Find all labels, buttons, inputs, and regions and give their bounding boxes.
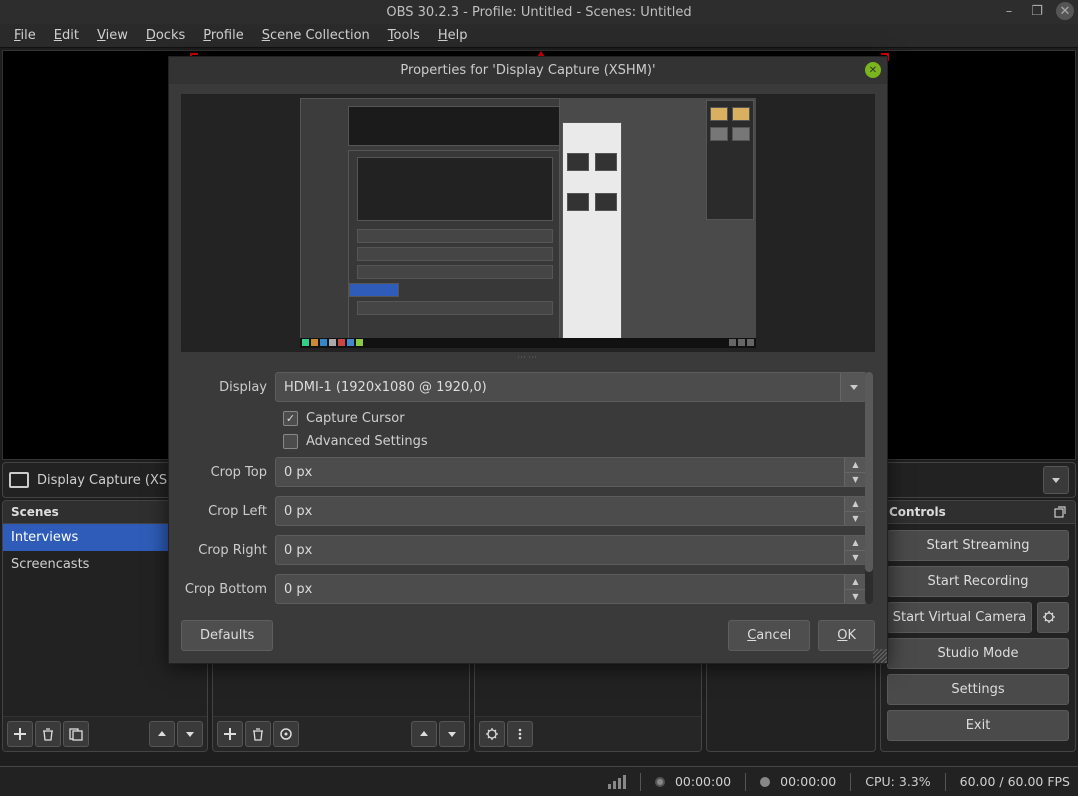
menu-bar: File Edit View Docks Profile Scene Colle… xyxy=(0,24,1078,48)
dialog-titlebar: Properties for 'Display Capture (XSHM)' … xyxy=(169,57,887,84)
window-titlebar: OBS 30.2.3 - Profile: Untitled - Scenes:… xyxy=(0,0,1078,24)
preview-resize-handle[interactable]: ⋯⋯ xyxy=(181,352,875,364)
crop-top-label: Crop Top xyxy=(181,465,267,480)
menu-tools[interactable]: Tools xyxy=(380,26,428,45)
window-minimize-button[interactable]: – xyxy=(1000,2,1018,20)
controls-dock: Controls Start Streaming Start Recording… xyxy=(880,500,1076,752)
remove-scene-button[interactable] xyxy=(35,721,61,747)
menu-profile[interactable]: Profile xyxy=(195,26,251,45)
menu-help[interactable]: Help xyxy=(430,26,476,45)
display-label: Display xyxy=(181,380,267,395)
crop-left-input[interactable]: 0 px ▲▼ xyxy=(275,496,867,526)
crop-right-label: Crop Right xyxy=(181,543,267,558)
status-bar: 00:00:00 00:00:00 CPU: 3.3% 60.00 / 60.0… xyxy=(0,766,1078,796)
spinner-icon[interactable]: ▲▼ xyxy=(844,575,866,603)
properties-dialog: Properties for 'Display Capture (XSHM)' … xyxy=(168,56,888,664)
chevron-down-icon xyxy=(840,373,866,401)
menu-scene-collection[interactable]: Scene Collection xyxy=(254,26,378,45)
crop-left-label: Crop Left xyxy=(181,504,267,519)
mixer-menu-button[interactable] xyxy=(507,721,533,747)
ok-button[interactable]: OK xyxy=(818,620,875,651)
crop-bottom-label: Crop Bottom xyxy=(181,582,267,597)
add-source-button[interactable] xyxy=(217,721,243,747)
dialog-close-button[interactable]: ✕ xyxy=(865,62,881,78)
menu-view[interactable]: View xyxy=(89,26,136,45)
controls-header: Controls xyxy=(881,501,1075,524)
source-properties-dropdown[interactable] xyxy=(1043,466,1069,494)
menu-edit[interactable]: Edit xyxy=(46,26,87,45)
network-status-icon xyxy=(608,775,626,789)
menu-docks[interactable]: Docks xyxy=(138,26,193,45)
exit-button[interactable]: Exit xyxy=(887,710,1069,741)
cancel-button[interactable]: Cancel xyxy=(728,620,810,651)
move-scene-down-button[interactable] xyxy=(177,721,203,747)
cpu-status: CPU: 3.3% xyxy=(865,774,930,789)
advanced-settings-label: Advanced Settings xyxy=(306,434,428,449)
scene-filters-button[interactable] xyxy=(63,721,89,747)
start-streaming-button[interactable]: Start Streaming xyxy=(887,530,1069,561)
form-scrollbar[interactable] xyxy=(865,372,873,604)
move-source-down-button[interactable] xyxy=(439,721,465,747)
studio-mode-button[interactable]: Studio Mode xyxy=(887,638,1069,669)
move-source-up-button[interactable] xyxy=(411,721,437,747)
menu-file[interactable]: File xyxy=(6,26,44,45)
remove-source-button[interactable] xyxy=(245,721,271,747)
start-recording-button[interactable]: Start Recording xyxy=(887,566,1069,597)
undock-icon[interactable] xyxy=(1053,505,1067,519)
defaults-button[interactable]: Defaults xyxy=(181,620,273,651)
spinner-icon[interactable]: ▲▼ xyxy=(844,536,866,564)
window-title: OBS 30.2.3 - Profile: Untitled - Scenes:… xyxy=(386,5,691,20)
spinner-icon[interactable]: ▲▼ xyxy=(844,458,866,486)
move-scene-up-button[interactable] xyxy=(149,721,175,747)
crop-top-input[interactable]: 0 px ▲▼ xyxy=(275,457,867,487)
capture-cursor-label: Capture Cursor xyxy=(306,411,405,426)
mixer-settings-button[interactable] xyxy=(479,721,505,747)
display-icon xyxy=(9,472,29,488)
dialog-title: Properties for 'Display Capture (XSHM)' xyxy=(400,63,655,78)
crop-right-input[interactable]: 0 px ▲▼ xyxy=(275,535,867,565)
virtual-camera-settings-button[interactable] xyxy=(1037,602,1069,633)
dialog-resize-grip[interactable] xyxy=(873,649,887,663)
display-dropdown[interactable]: HDMI-1 (1920x1080 @ 1920,0) xyxy=(275,372,867,402)
record-time-status: 00:00:00 xyxy=(760,774,836,789)
window-close-button[interactable]: ✕ xyxy=(1056,2,1074,20)
settings-button[interactable]: Settings xyxy=(887,674,1069,705)
start-virtual-camera-button[interactable]: Start Virtual Camera xyxy=(887,602,1032,633)
spinner-icon[interactable]: ▲▼ xyxy=(844,497,866,525)
fps-status: 60.00 / 60.00 FPS xyxy=(960,774,1070,789)
advanced-settings-checkbox[interactable] xyxy=(283,434,298,449)
capture-cursor-checkbox[interactable]: ✓ xyxy=(283,411,298,426)
window-maximize-button[interactable]: ❐ xyxy=(1028,2,1046,20)
add-scene-button[interactable] xyxy=(7,721,33,747)
source-preview xyxy=(181,94,875,352)
stream-time-status: 00:00:00 xyxy=(655,774,731,789)
source-properties-button[interactable] xyxy=(273,721,299,747)
crop-bottom-input[interactable]: 0 px ▲▼ xyxy=(275,574,867,604)
